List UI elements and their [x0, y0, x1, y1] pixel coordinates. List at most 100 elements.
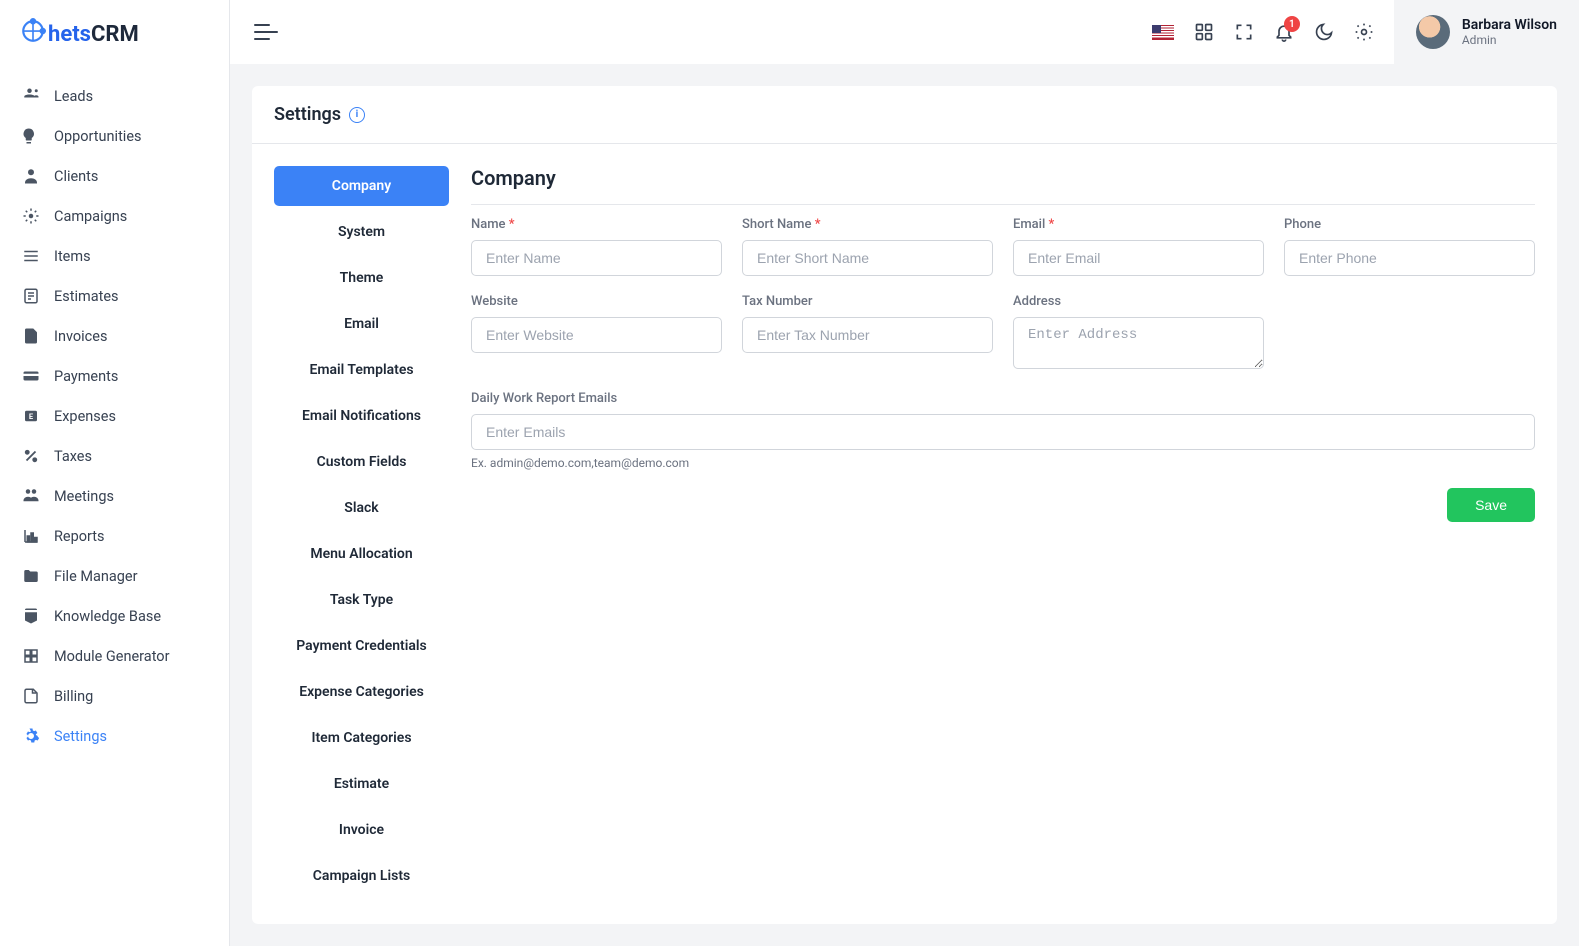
campaigns-icon	[22, 207, 40, 225]
tab-expense-categories[interactable]: Expense Categories	[274, 672, 449, 712]
save-button[interactable]: Save	[1447, 488, 1535, 522]
avatar	[1416, 15, 1450, 49]
fullscreen-icon[interactable]	[1234, 22, 1254, 42]
email-label: Email *	[1013, 217, 1264, 232]
tab-email[interactable]: Email	[274, 304, 449, 344]
notification-badge: 1	[1284, 16, 1300, 32]
sidebar-item-label: Campaigns	[54, 208, 127, 225]
sidebar-item-clients[interactable]: Clients	[0, 156, 229, 196]
book-icon	[22, 607, 40, 625]
sidebar-item-label: Opportunities	[54, 128, 142, 145]
tax-number-label: Tax Number	[742, 294, 993, 309]
user-role: Admin	[1462, 33, 1557, 47]
tab-payment-credentials[interactable]: Payment Credentials	[274, 626, 449, 666]
sidebar-item-label: Estimates	[54, 288, 119, 305]
sidebar-item-label: Payments	[54, 368, 118, 385]
sidebar-item-campaigns[interactable]: Campaigns	[0, 196, 229, 236]
sidebar-item-label: Clients	[54, 168, 98, 185]
tab-menu-allocation[interactable]: Menu Allocation	[274, 534, 449, 574]
daily-emails-label: Daily Work Report Emails	[471, 391, 1535, 406]
short-name-input[interactable]	[742, 240, 993, 276]
grid-icon	[22, 647, 40, 665]
sidebar-item-label: Expenses	[54, 408, 116, 425]
main: 1 Barbara Wilson Admin	[230, 0, 1579, 946]
tab-estimate[interactable]: Estimate	[274, 764, 449, 804]
logo[interactable]: hetsCRM	[0, 0, 229, 68]
sidebar-item-opportunities[interactable]: Opportunities	[0, 116, 229, 156]
tab-item-categories[interactable]: Item Categories	[274, 718, 449, 758]
section-title: Company	[471, 166, 1535, 205]
content: Settings i Company System Theme Email Em…	[252, 86, 1557, 924]
website-label: Website	[471, 294, 722, 309]
sidebar-item-label: Billing	[54, 688, 93, 705]
flag-us-icon[interactable]	[1152, 25, 1174, 40]
sidebar-item-settings[interactable]: Settings	[0, 716, 229, 756]
sidebar-item-label: Invoices	[54, 328, 107, 345]
sidebar-item-payments[interactable]: Payments	[0, 356, 229, 396]
page-title: Settings	[274, 104, 341, 125]
moon-icon[interactable]	[1314, 22, 1334, 42]
sidebar-item-taxes[interactable]: Taxes	[0, 436, 229, 476]
sidebar-item-reports[interactable]: Reports	[0, 516, 229, 556]
estimates-icon	[22, 287, 40, 305]
tab-email-templates[interactable]: Email Templates	[274, 350, 449, 390]
daily-emails-input[interactable]	[471, 414, 1535, 450]
settings-tabs: Company System Theme Email Email Templat…	[274, 166, 449, 902]
phone-input[interactable]	[1284, 240, 1535, 276]
info-icon[interactable]: i	[349, 107, 365, 123]
hamburger-icon[interactable]	[254, 23, 278, 41]
tab-slack[interactable]: Slack	[274, 488, 449, 528]
daily-emails-hint: Ex. admin@demo.com,team@demo.com	[471, 456, 1535, 470]
bell-icon[interactable]: 1	[1274, 22, 1294, 42]
sidebar-item-file-manager[interactable]: File Manager	[0, 556, 229, 596]
sidebar-item-label: Settings	[54, 728, 107, 745]
sidebar: hetsCRM Leads Opportunities Clients	[0, 0, 230, 946]
sidebar-item-estimates[interactable]: Estimates	[0, 276, 229, 316]
address-label: Address	[1013, 294, 1264, 309]
sidebar-item-label: Items	[54, 248, 91, 265]
user-name: Barbara Wilson	[1462, 17, 1557, 33]
sidebar-item-expenses[interactable]: E Expenses	[0, 396, 229, 436]
tab-theme[interactable]: Theme	[274, 258, 449, 298]
payments-icon	[22, 367, 40, 385]
name-input[interactable]	[471, 240, 722, 276]
sidebar-item-label: Reports	[54, 528, 105, 545]
opportunities-icon	[22, 127, 40, 145]
sidebar-item-label: Meetings	[54, 488, 114, 505]
tab-custom-fields[interactable]: Custom Fields	[274, 442, 449, 482]
sidebar-item-module-generator[interactable]: Module Generator	[0, 636, 229, 676]
email-input[interactable]	[1013, 240, 1264, 276]
taxes-icon	[22, 447, 40, 465]
settings-icon[interactable]	[1354, 22, 1374, 42]
phone-label: Phone	[1284, 217, 1535, 232]
sidebar-item-label: File Manager	[54, 568, 138, 585]
nav-list: Leads Opportunities Clients Campaigns	[0, 68, 229, 764]
tab-task-type[interactable]: Task Type	[274, 580, 449, 620]
items-icon	[22, 247, 40, 265]
gear-icon	[22, 727, 40, 745]
name-label: Name *	[471, 217, 722, 232]
address-input[interactable]	[1013, 317, 1264, 369]
sidebar-item-knowledge-base[interactable]: Knowledge Base	[0, 596, 229, 636]
tab-email-notifications[interactable]: Email Notifications	[274, 396, 449, 436]
sidebar-item-label: Module Generator	[54, 648, 169, 665]
tab-company[interactable]: Company	[274, 166, 449, 206]
short-name-label: Short Name *	[742, 217, 993, 232]
logo-text-2: CRM	[91, 22, 139, 47]
sidebar-item-invoices[interactable]: Invoices	[0, 316, 229, 356]
sidebar-item-billing[interactable]: Billing	[0, 676, 229, 716]
logo-text-1: hets	[48, 22, 91, 47]
sidebar-item-leads[interactable]: Leads	[0, 76, 229, 116]
tax-number-input[interactable]	[742, 317, 993, 353]
clients-icon	[22, 167, 40, 185]
apps-icon[interactable]	[1194, 22, 1214, 42]
sidebar-item-meetings[interactable]: Meetings	[0, 476, 229, 516]
meetings-icon	[22, 487, 40, 505]
tab-system[interactable]: System	[274, 212, 449, 252]
tab-campaign-lists[interactable]: Campaign Lists	[274, 856, 449, 896]
website-input[interactable]	[471, 317, 722, 353]
tab-invoice[interactable]: Invoice	[274, 810, 449, 850]
user-menu[interactable]: Barbara Wilson Admin	[1394, 0, 1579, 64]
sidebar-item-label: Knowledge Base	[54, 608, 161, 625]
sidebar-item-items[interactable]: Items	[0, 236, 229, 276]
